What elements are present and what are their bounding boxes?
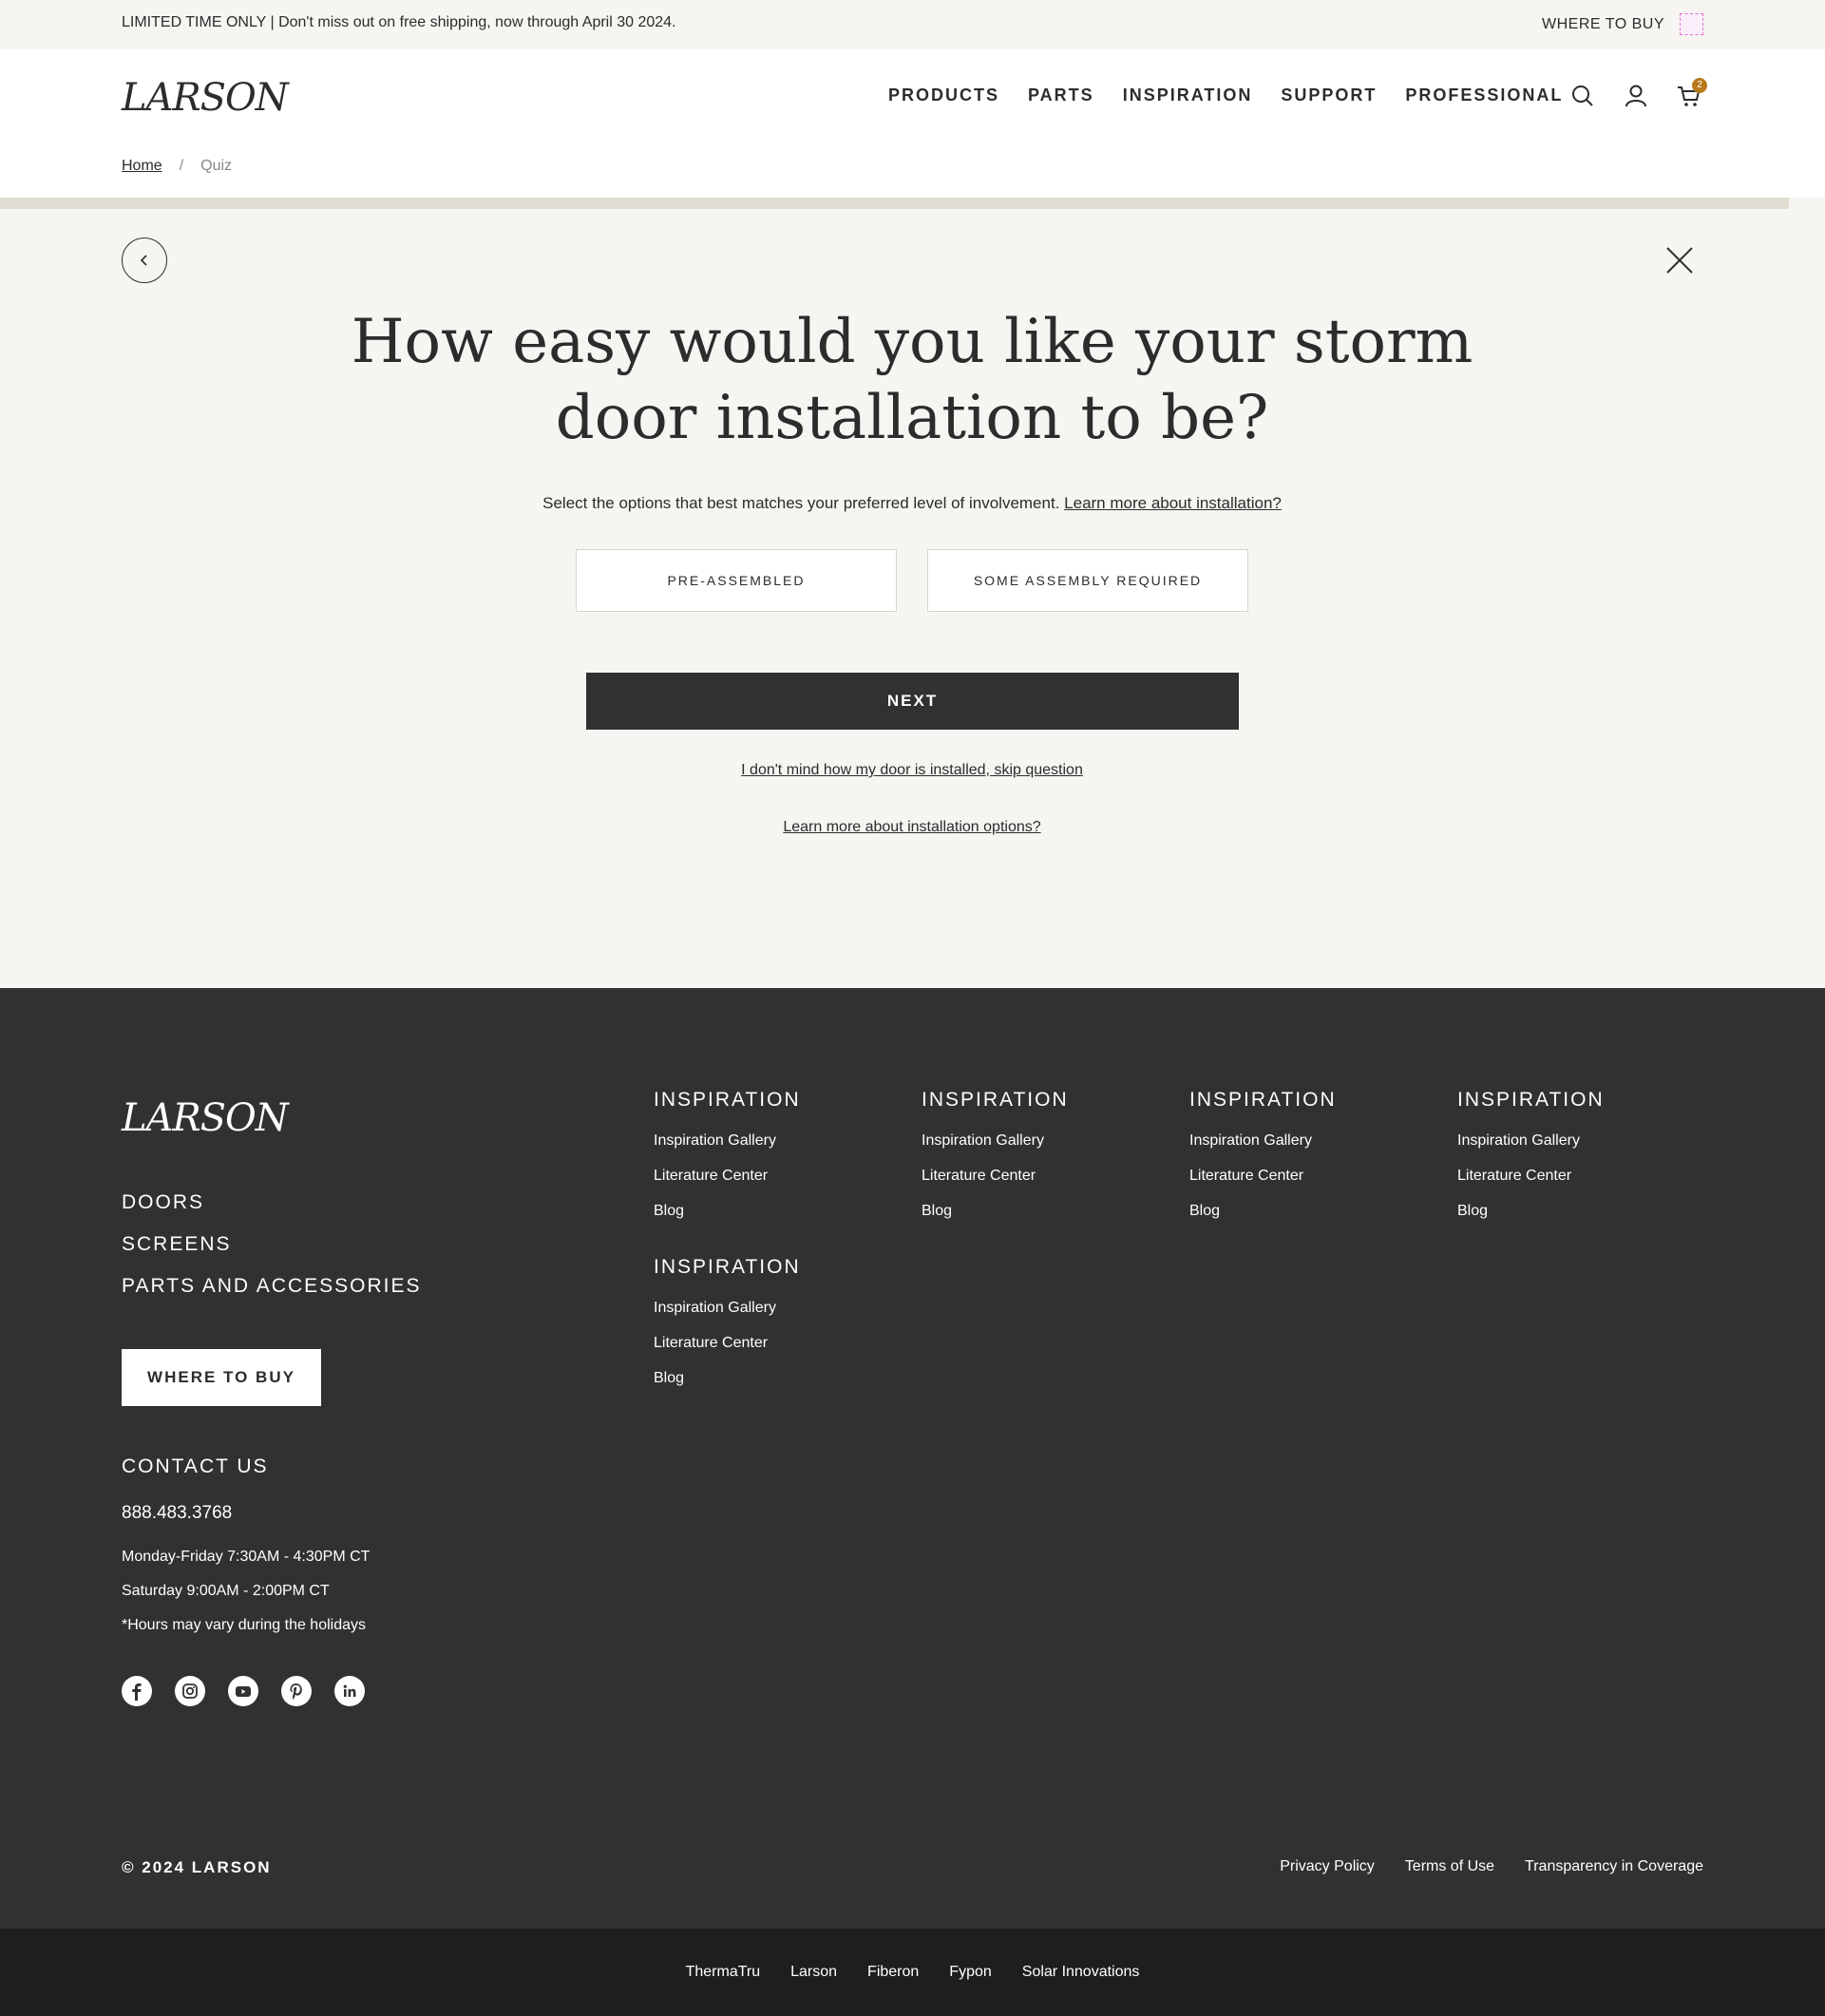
brand-link-fypon[interactable]: Fypon bbox=[949, 1964, 991, 1981]
brand-link-solar-innovations[interactable]: Solar Innovations bbox=[1022, 1964, 1140, 1981]
footer-cat-screens[interactable]: SCREENS bbox=[122, 1233, 421, 1256]
site-logo[interactable]: LARSON bbox=[122, 76, 289, 120]
contact-phone[interactable]: 888.483.3768 bbox=[122, 1503, 232, 1524]
social-links bbox=[122, 1676, 365, 1706]
footer-link-blog[interactable]: Blog bbox=[922, 1203, 1069, 1220]
learn-installation-options-link[interactable]: Learn more about installation options? bbox=[783, 819, 1040, 835]
quiz-instructions-text: Select the options that best matches you… bbox=[542, 494, 1060, 512]
footer-cat-parts[interactable]: PARTS AND ACCESSORIES bbox=[122, 1275, 421, 1298]
footer-column-5: INSPIRATION Inspiration Gallery Literatu… bbox=[654, 1256, 801, 1405]
back-button[interactable] bbox=[122, 238, 167, 283]
option-some-assembly[interactable]: SOME ASSEMBLY REQUIRED bbox=[927, 549, 1248, 612]
footer-categories: DOORS SCREENS PARTS AND ACCESSORIES bbox=[122, 1191, 421, 1317]
quiz-progress-fill bbox=[0, 198, 1789, 209]
site-header: LARSON PRODUCTS PARTS INSPIRATION SUPPOR… bbox=[0, 49, 1825, 198]
footer-link-literature[interactable]: Literature Center bbox=[654, 1335, 801, 1352]
quiz-question: How easy would you like your storm door … bbox=[351, 307, 1473, 453]
footer-column-2: INSPIRATION Inspiration Gallery Literatu… bbox=[922, 1089, 1069, 1238]
footer-column-heading: INSPIRATION bbox=[1189, 1089, 1337, 1111]
footer-link-gallery[interactable]: Inspiration Gallery bbox=[922, 1132, 1069, 1150]
promo-text: LIMITED TIME ONLY | Don't miss out on fr… bbox=[122, 14, 676, 30]
learn-options-row: Learn more about installation options? bbox=[342, 819, 1482, 836]
footer-column-heading: INSPIRATION bbox=[654, 1256, 801, 1278]
nav-support[interactable]: SUPPORT bbox=[1281, 86, 1377, 105]
footer-link-gallery[interactable]: Inspiration Gallery bbox=[654, 1300, 801, 1317]
learn-installation-link[interactable]: Learn more about installation? bbox=[1064, 494, 1282, 512]
footer-link-literature[interactable]: Literature Center bbox=[1189, 1168, 1337, 1185]
contact-hours: Monday-Friday 7:30AM - 4:30PM CT Saturda… bbox=[122, 1540, 370, 1643]
breadcrumb-home[interactable]: Home bbox=[122, 158, 162, 175]
footer-link-gallery[interactable]: Inspiration Gallery bbox=[1189, 1132, 1337, 1150]
transparency-link[interactable]: Transparency in Coverage bbox=[1525, 1858, 1703, 1875]
nav-inspiration[interactable]: INSPIRATION bbox=[1123, 86, 1253, 105]
footer-column-heading: INSPIRATION bbox=[654, 1089, 801, 1111]
breadcrumb: Home / Quiz bbox=[122, 158, 232, 175]
footer-column-heading: INSPIRATION bbox=[922, 1089, 1069, 1111]
footer-link-gallery[interactable]: Inspiration Gallery bbox=[1457, 1132, 1605, 1150]
quiz-panel: How easy would you like your storm door … bbox=[0, 209, 1825, 988]
site-footer: LARSON DOORS SCREENS PARTS AND ACCESSORI… bbox=[0, 988, 1825, 1929]
pinterest-icon[interactable] bbox=[281, 1676, 312, 1706]
footer-column-heading: INSPIRATION bbox=[1457, 1089, 1605, 1111]
main-nav: PRODUCTS PARTS INSPIRATION SUPPORT PROFE… bbox=[888, 86, 1563, 105]
brand-link-fiberon[interactable]: Fiberon bbox=[867, 1964, 919, 1981]
footer-column-1: INSPIRATION Inspiration Gallery Literatu… bbox=[654, 1089, 801, 1238]
close-icon[interactable] bbox=[1664, 245, 1695, 276]
footer-link-gallery[interactable]: Inspiration Gallery bbox=[654, 1132, 801, 1150]
quiz-progress-bar bbox=[0, 198, 1825, 209]
quiz-instructions: Select the options that best matches you… bbox=[342, 494, 1482, 513]
footer-logo[interactable]: LARSON bbox=[122, 1096, 289, 1140]
user-icon[interactable] bbox=[1622, 82, 1650, 110]
linkedin-icon[interactable] bbox=[334, 1676, 365, 1706]
promo-right: WHERE TO BUY bbox=[1542, 13, 1703, 35]
cart-count-badge: 2 bbox=[1692, 78, 1707, 93]
footer-link-blog[interactable]: Blog bbox=[654, 1203, 801, 1220]
quiz-options: PRE-ASSEMBLED SOME ASSEMBLY REQUIRED bbox=[576, 549, 1248, 612]
hours-note: *Hours may vary during the holidays bbox=[122, 1617, 367, 1633]
hours-saturday: Saturday 9:00AM - 2:00PM CT bbox=[122, 1583, 330, 1599]
skip-question-row: I don't mind how my door is installed, s… bbox=[342, 762, 1482, 779]
promo-bar: LIMITED TIME ONLY | Don't miss out on fr… bbox=[0, 0, 1825, 49]
instagram-icon[interactable] bbox=[175, 1676, 205, 1706]
footer-link-literature[interactable]: Literature Center bbox=[1457, 1168, 1605, 1185]
brand-link-larson[interactable]: Larson bbox=[790, 1964, 837, 1981]
legal-links: Privacy Policy Terms of Use Transparency… bbox=[1280, 1858, 1703, 1875]
footer-where-to-buy-button[interactable]: WHERE TO BUY bbox=[122, 1349, 321, 1406]
footer-link-blog[interactable]: Blog bbox=[1189, 1203, 1337, 1220]
option-pre-assembled[interactable]: PRE-ASSEMBLED bbox=[576, 549, 897, 612]
footer-cat-doors[interactable]: DOORS bbox=[122, 1191, 421, 1214]
footer-link-blog[interactable]: Blog bbox=[654, 1370, 801, 1387]
search-icon[interactable] bbox=[1568, 82, 1597, 110]
where-to-buy-link[interactable]: WHERE TO BUY bbox=[1542, 16, 1664, 33]
footer-column-3: INSPIRATION Inspiration Gallery Literatu… bbox=[1189, 1089, 1337, 1238]
youtube-icon[interactable] bbox=[228, 1676, 258, 1706]
cart-icon[interactable]: 2 bbox=[1675, 78, 1707, 110]
brand-bar: ThermaTru Larson Fiberon Fypon Solar Inn… bbox=[0, 1929, 1825, 2016]
facebook-icon[interactable] bbox=[122, 1676, 152, 1706]
chevron-left-icon bbox=[140, 255, 147, 266]
hours-weekday: Monday-Friday 7:30AM - 4:30PM CT bbox=[122, 1549, 371, 1565]
privacy-policy-link[interactable]: Privacy Policy bbox=[1280, 1858, 1375, 1875]
next-button[interactable]: NEXT bbox=[586, 673, 1239, 730]
breadcrumb-separator: / bbox=[179, 158, 184, 174]
copyright: © 2024 LARSON bbox=[122, 1858, 272, 1876]
footer-link-literature[interactable]: Literature Center bbox=[922, 1168, 1069, 1185]
footer-link-literature[interactable]: Literature Center bbox=[654, 1168, 801, 1185]
nav-parts[interactable]: PARTS bbox=[1028, 86, 1094, 105]
terms-of-use-link[interactable]: Terms of Use bbox=[1405, 1858, 1494, 1875]
nav-professional[interactable]: PROFESSIONAL bbox=[1405, 86, 1563, 105]
contact-heading: CONTACT US bbox=[122, 1455, 269, 1477]
breadcrumb-current: Quiz bbox=[200, 158, 233, 174]
skip-question-link[interactable]: I don't mind how my door is installed, s… bbox=[741, 762, 1083, 778]
footer-link-blog[interactable]: Blog bbox=[1457, 1203, 1605, 1220]
region-flag-icon[interactable] bbox=[1680, 13, 1703, 35]
footer-column-4: INSPIRATION Inspiration Gallery Literatu… bbox=[1457, 1089, 1605, 1238]
brand-link-thermatru[interactable]: ThermaTru bbox=[686, 1964, 761, 1981]
nav-products[interactable]: PRODUCTS bbox=[888, 86, 999, 105]
header-icons: 2 bbox=[1568, 78, 1707, 110]
